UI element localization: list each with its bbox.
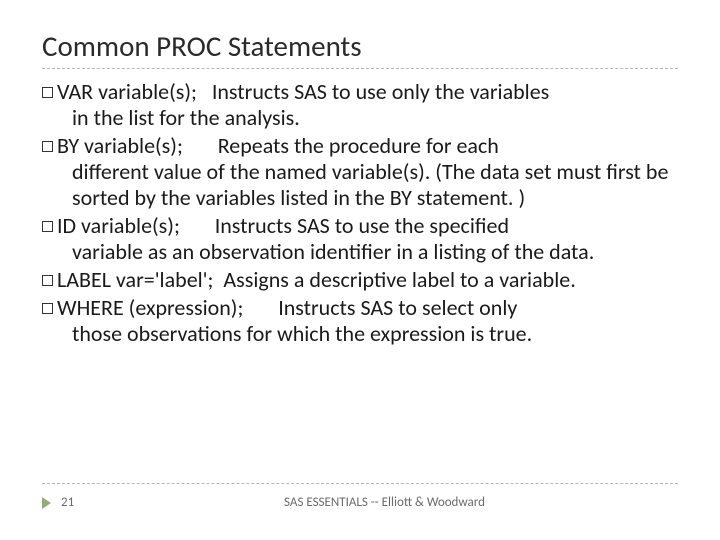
list-item: BY variable(s); Repeats the procedure fo…: [42, 133, 678, 211]
statement-desc-lead: Instructs SAS to use the specified: [215, 212, 509, 239]
statement-desc-rest: in the list for the analysis.: [42, 105, 678, 131]
page-title: Common PROC Statements: [42, 28, 678, 64]
statement-desc-rest: those observations for which the express…: [42, 321, 678, 347]
footer-divider: [42, 483, 678, 484]
list-item: LABEL var='label'; Assigns a descriptive…: [42, 267, 678, 293]
footer: 21 SAS ESSENTIALS -- Elliott & Woodward: [42, 495, 678, 510]
statement-keyword: WHERE (expression);: [57, 294, 243, 321]
statement-desc-lead: Instructs SAS to select only: [278, 294, 517, 321]
triangle-right-icon: [42, 497, 51, 509]
statement-desc-lead: Instructs SAS to use only the variables: [212, 78, 549, 105]
list-item: ID variable(s); Instructs SAS to use the…: [42, 213, 678, 265]
square-bullet-icon: [42, 87, 53, 98]
statement-keyword: LABEL var='label';: [57, 266, 213, 293]
gap: [243, 294, 278, 321]
gap: [180, 212, 215, 239]
slide: Common PROC Statements VAR variable(s); …: [0, 0, 720, 540]
gap: [197, 78, 212, 105]
list-item: VAR variable(s); Instructs SAS to use on…: [42, 79, 678, 131]
square-bullet-icon: [42, 303, 53, 314]
statement-keyword: ID variable(s);: [57, 212, 180, 239]
square-bullet-icon: [42, 141, 53, 152]
statement-keyword: BY variable(s);: [57, 132, 183, 159]
statement-desc-lead: Assigns a descriptive label to a variabl…: [223, 266, 575, 293]
statement-keyword: VAR variable(s);: [57, 78, 197, 105]
list-item: WHERE (expression); Instructs SAS to sel…: [42, 295, 678, 347]
gap: [183, 132, 218, 159]
title-divider: [42, 68, 678, 69]
footer-text: SAS ESSENTIALS -- Elliott & Woodward: [91, 495, 678, 510]
gap: [213, 266, 223, 293]
square-bullet-icon: [42, 221, 53, 232]
page-number: 21: [61, 495, 91, 510]
content-body: VAR variable(s); Instructs SAS to use on…: [42, 79, 678, 347]
statement-desc-rest: variable as an observation identifier in…: [42, 239, 678, 265]
statement-desc-rest: different value of the named variable(s)…: [42, 159, 678, 211]
statement-desc-lead: Repeats the procedure for each: [218, 132, 499, 159]
square-bullet-icon: [42, 275, 53, 286]
